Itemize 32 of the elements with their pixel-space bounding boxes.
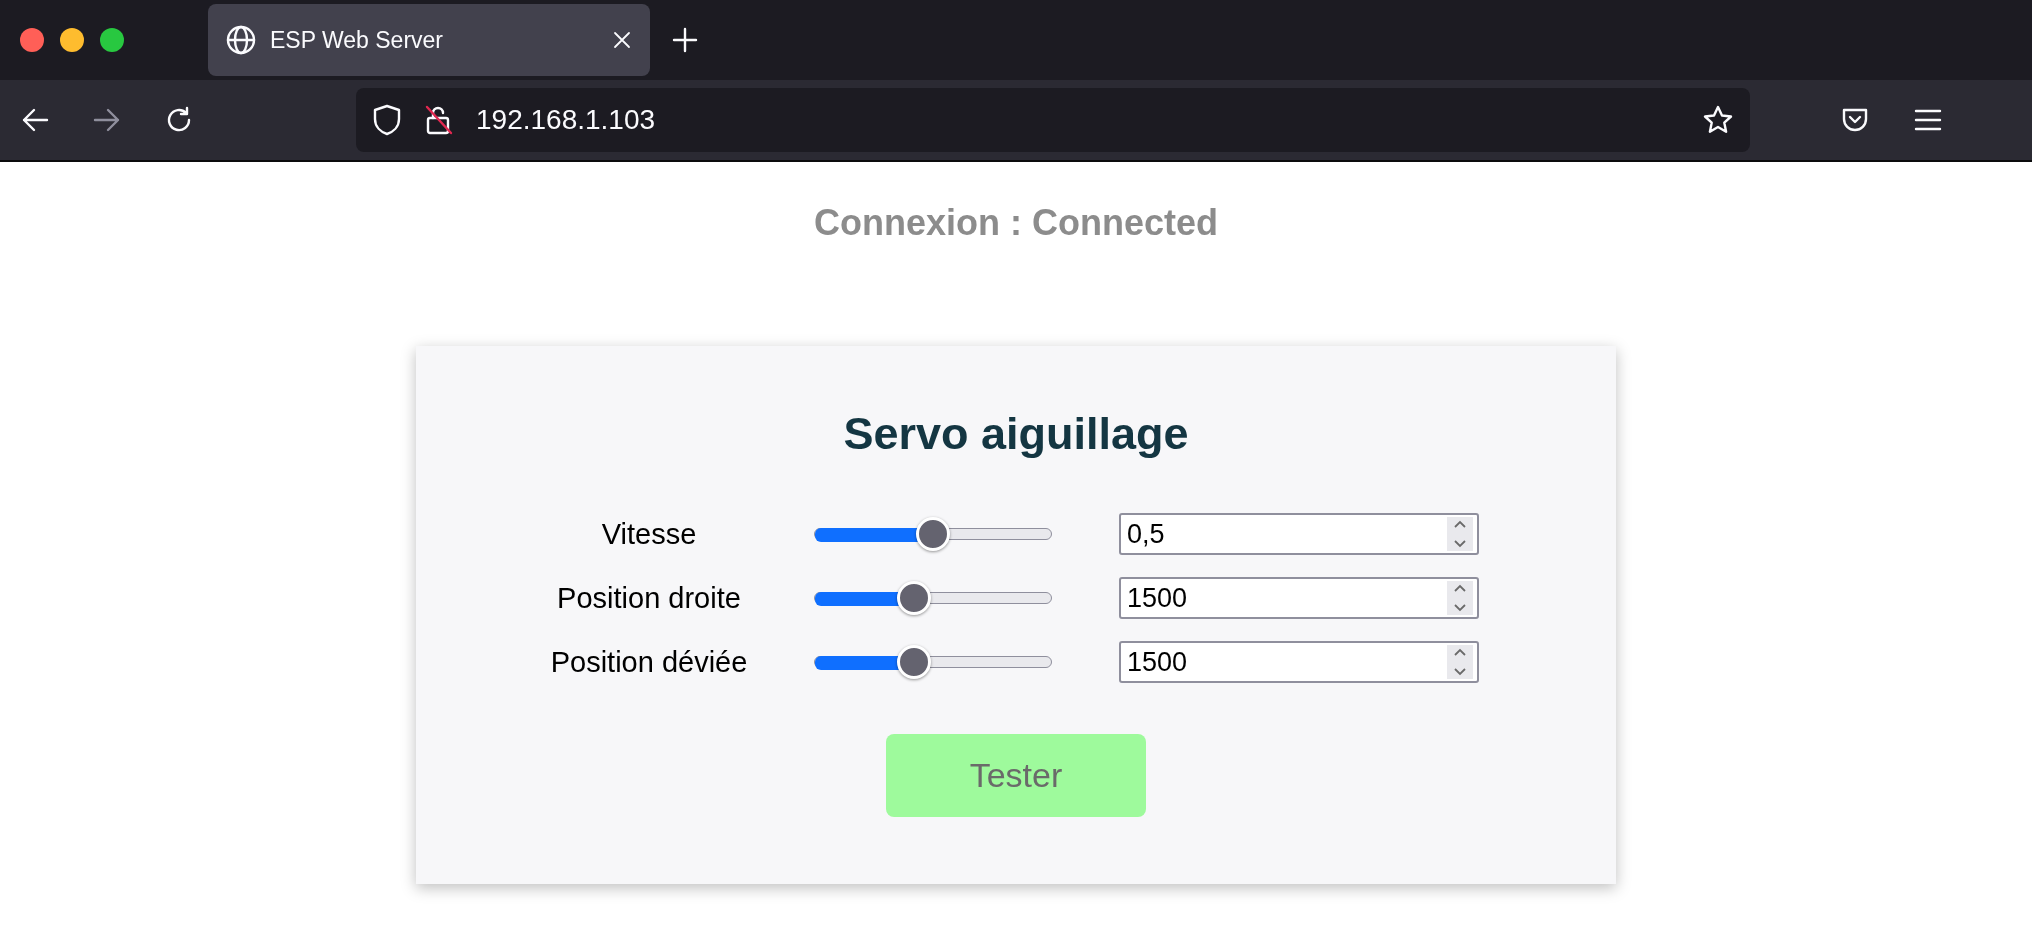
slider-thumb[interactable] xyxy=(896,645,931,679)
close-window-icon[interactable] xyxy=(20,28,44,52)
number-input[interactable]: 1500 xyxy=(1119,577,1479,619)
slider-label: Position déviée xyxy=(549,645,749,679)
minimize-window-icon[interactable] xyxy=(60,28,84,52)
slider-thumb[interactable] xyxy=(916,517,950,551)
slider[interactable] xyxy=(814,581,1052,615)
star-icon[interactable] xyxy=(1702,104,1734,136)
number-input[interactable]: 1500 xyxy=(1119,641,1479,683)
slider[interactable] xyxy=(814,645,1052,679)
number-input[interactable]: 0,5 xyxy=(1119,513,1479,555)
crossed-lock-icon[interactable] xyxy=(424,104,454,136)
new-tab-icon[interactable] xyxy=(672,27,698,53)
connection-status: Connexion : Connected xyxy=(814,202,1218,244)
maximize-window-icon[interactable] xyxy=(100,28,124,52)
card-title: Servo aiguillage xyxy=(843,408,1189,460)
globe-icon xyxy=(226,25,256,55)
browser-tab[interactable]: ESP Web Server xyxy=(208,4,650,76)
spinner-icon[interactable] xyxy=(1447,517,1473,551)
shield-icon[interactable] xyxy=(372,104,402,136)
slider-label: Position droite xyxy=(556,581,742,615)
spinner-icon[interactable] xyxy=(1447,645,1473,679)
close-tab-icon[interactable] xyxy=(612,30,632,50)
address-bar[interactable]: 192.168.1.103 xyxy=(356,88,1750,152)
url-text: 192.168.1.103 xyxy=(476,104,657,136)
test-button[interactable]: Tester xyxy=(886,734,1146,817)
menu-icon[interactable] xyxy=(1914,108,1942,132)
tab-title: ESP Web Server xyxy=(270,26,444,54)
slider-thumb[interactable] xyxy=(896,581,931,615)
spinner-icon[interactable] xyxy=(1447,581,1473,615)
slider-label: Vitesse xyxy=(600,517,698,551)
slider[interactable] xyxy=(814,517,1052,551)
